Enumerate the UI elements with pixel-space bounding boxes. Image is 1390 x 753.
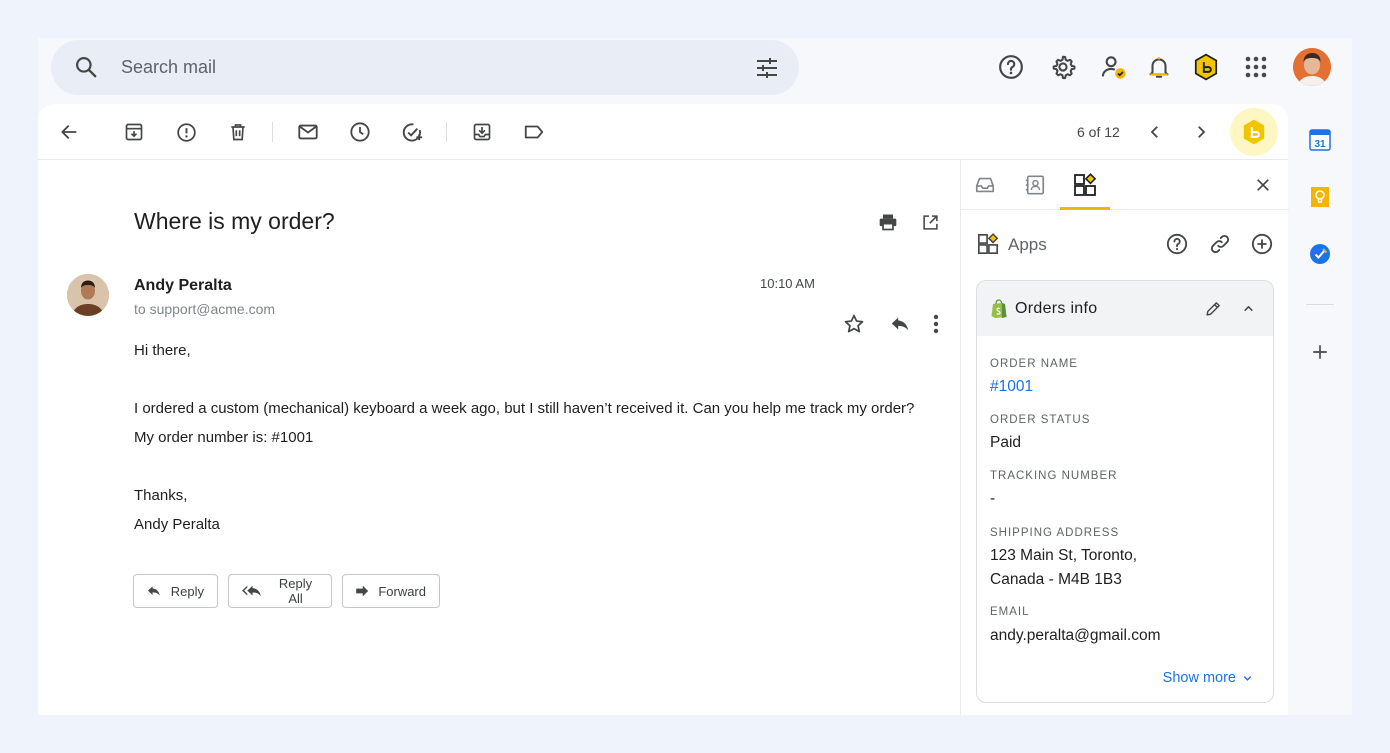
chevron-down-icon xyxy=(1243,675,1252,681)
apps-header: Apps xyxy=(977,232,1277,258)
body-signature: Andy Peralta xyxy=(134,516,220,533)
body-line: I ordered a custom (mechanical) keyboard… xyxy=(134,400,915,417)
tab-contacts-icon[interactable] xyxy=(1022,172,1048,198)
main-panel: 6 of 12 Where is my order? Andy Peralta xyxy=(38,104,1289,715)
reply-all-icon xyxy=(242,585,261,597)
show-more-label: Show more xyxy=(1162,670,1236,686)
previous-chevron-icon[interactable] xyxy=(1143,120,1167,144)
print-icon[interactable] xyxy=(876,210,900,234)
tracking-number-value: - xyxy=(990,490,996,507)
pagination-count: 6 of 12 xyxy=(1077,124,1120,140)
collapse-chevron-up-icon[interactable] xyxy=(1242,302,1255,315)
orders-info-card: Orders info ORDER NAME #1001 ORDER STATU… xyxy=(976,280,1274,703)
email-value: andy.peralta@gmail.com xyxy=(990,627,1161,644)
sender-name: Andy Peralta xyxy=(134,277,232,294)
email-body: Hi there, I ordered a custom (mechanical… xyxy=(134,336,914,539)
orders-card-title: Orders info xyxy=(1015,300,1098,317)
search-options-icon[interactable] xyxy=(755,56,779,80)
message-toolbar: 6 of 12 xyxy=(38,104,1288,160)
apps-icon xyxy=(977,233,999,255)
email-timestamp: 10:10 AM xyxy=(760,276,815,291)
apps-help-icon[interactable] xyxy=(1166,233,1188,255)
notifications-bell-icon[interactable] xyxy=(1144,52,1174,82)
archive-icon[interactable] xyxy=(122,120,146,144)
body-line: My order number is: #1001 xyxy=(134,429,314,446)
reply-all-label: Reply All xyxy=(278,576,313,606)
agent-status-icon[interactable] xyxy=(1099,52,1129,82)
star-icon[interactable] xyxy=(842,312,866,336)
apps-grid-icon[interactable] xyxy=(1241,52,1271,82)
toolbar-divider xyxy=(272,122,273,142)
order-name-label: ORDER NAME xyxy=(990,358,1078,370)
link-icon[interactable] xyxy=(1209,233,1231,255)
label-tag-icon[interactable] xyxy=(522,120,546,144)
sender-avatar[interactable] xyxy=(67,274,109,316)
shipping-address-line2: Canada - M4B 1B3 xyxy=(990,571,1122,588)
order-status-label: ORDER STATUS xyxy=(990,414,1091,426)
mark-unread-mail-icon[interactable] xyxy=(296,120,320,144)
forward-label: Forward xyxy=(378,583,426,599)
add-to-tasks-icon[interactable] xyxy=(400,120,424,144)
open-in-new-window-icon[interactable] xyxy=(918,210,942,234)
tab-inbox-icon[interactable] xyxy=(972,172,998,198)
tracking-number-label: TRACKING NUMBER xyxy=(990,470,1118,482)
next-chevron-icon[interactable] xyxy=(1189,120,1213,144)
calendar-icon[interactable]: 31 xyxy=(1309,129,1331,151)
order-name-link[interactable]: #1001 xyxy=(990,375,1033,399)
recipient-line: to support@acme.com xyxy=(134,301,276,317)
forward-button[interactable]: Forward xyxy=(342,574,440,608)
rail-divider xyxy=(1306,304,1334,305)
toolbar-divider xyxy=(446,122,447,142)
help-icon[interactable] xyxy=(996,52,1026,82)
reply-arrow-icon[interactable] xyxy=(888,312,912,336)
search-icon[interactable] xyxy=(73,54,99,80)
show-more-link[interactable]: Show more xyxy=(1163,670,1253,686)
side-panel-tabs xyxy=(961,160,1289,210)
reply-all-button[interactable]: Reply All xyxy=(228,574,332,608)
search-input[interactable] xyxy=(121,52,681,82)
account-avatar[interactable] xyxy=(1293,48,1331,86)
helpdesk-app-icon[interactable] xyxy=(1191,52,1221,82)
close-panel-icon[interactable] xyxy=(1250,172,1276,198)
more-options-vertical-icon[interactable] xyxy=(924,312,948,336)
snooze-clock-icon[interactable] xyxy=(348,120,372,144)
reply-label: Reply xyxy=(170,583,204,599)
email-subject: Where is my order? xyxy=(134,208,335,234)
side-apps-rail: 31 xyxy=(1300,118,1340,418)
back-arrow-icon[interactable] xyxy=(57,120,81,144)
email-label: EMAIL xyxy=(990,606,1030,618)
add-app-icon[interactable] xyxy=(1251,233,1273,255)
tasks-icon[interactable] xyxy=(1309,243,1331,265)
forward-icon xyxy=(356,585,369,597)
shopify-bag-icon xyxy=(991,299,1007,318)
active-tab-indicator xyxy=(1060,207,1110,210)
helpdesk-logo-icon xyxy=(1241,118,1267,146)
reply-button[interactable]: Reply xyxy=(133,574,218,608)
apps-label: Apps xyxy=(1008,235,1047,254)
search-bar[interactable] xyxy=(51,40,799,95)
keep-notes-icon[interactable] xyxy=(1309,186,1331,208)
tab-apps-icon[interactable] xyxy=(1072,172,1098,198)
body-closing: Thanks, xyxy=(134,487,188,504)
calendar-day: 31 xyxy=(1314,139,1326,150)
order-status-value: Paid xyxy=(990,434,1022,451)
move-to-icon[interactable] xyxy=(470,120,494,144)
settings-gear-icon[interactable] xyxy=(1048,52,1078,82)
shipping-address-line1: 123 Main St, Toronto, xyxy=(990,547,1138,564)
edit-pencil-icon[interactable] xyxy=(1205,300,1222,317)
add-addon-plus-icon[interactable] xyxy=(1309,341,1331,363)
body-greeting: Hi there, xyxy=(134,342,191,359)
side-panel: Apps Orders info ORDER NAME #1001 ORDER … xyxy=(960,160,1289,715)
orders-card-header[interactable]: Orders info xyxy=(977,281,1273,336)
shipping-address-label: SHIPPING ADDRESS xyxy=(990,527,1120,539)
report-spam-icon[interactable] xyxy=(174,120,198,144)
reply-actions: Reply Reply All Forward xyxy=(133,574,440,608)
delete-trash-icon[interactable] xyxy=(226,120,250,144)
gmail-window: 6 of 12 Where is my order? Andy Peralta xyxy=(38,38,1352,715)
reply-icon xyxy=(147,586,160,596)
helpdesk-toggle-button[interactable] xyxy=(1230,108,1278,156)
